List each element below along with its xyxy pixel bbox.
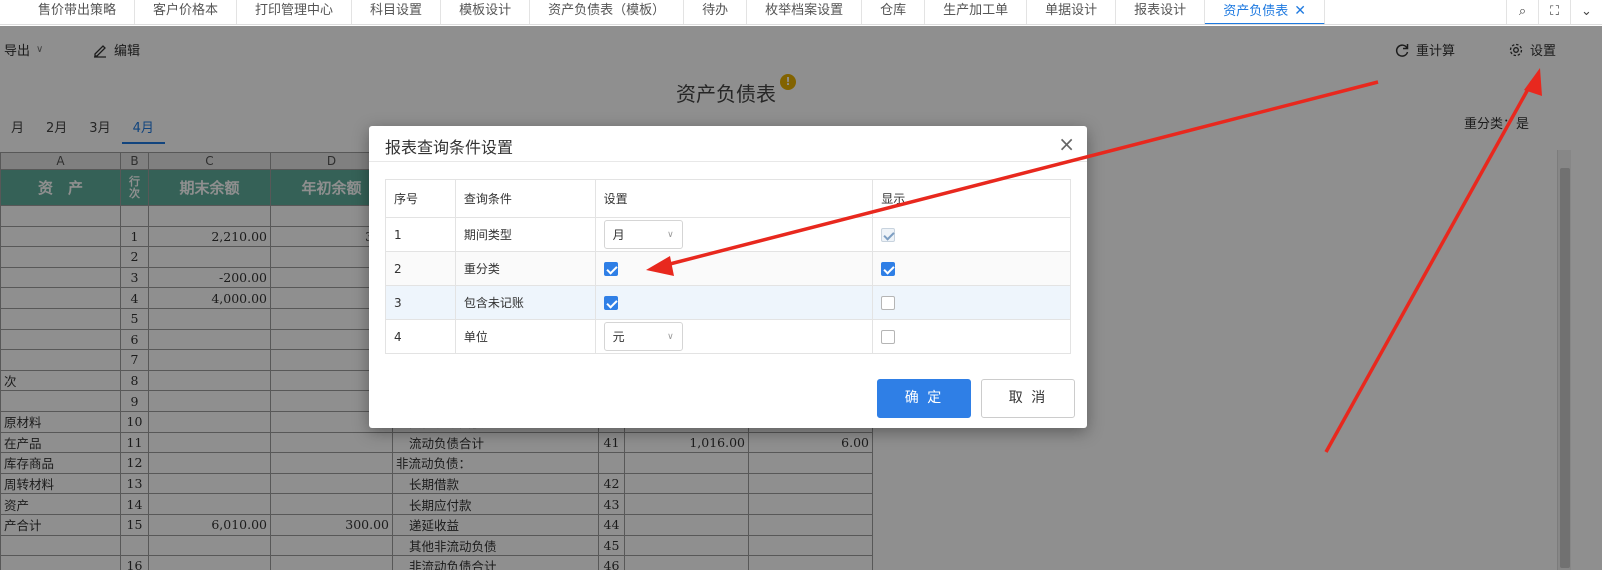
condition-name: 期间类型 (454, 217, 596, 252)
tab-item[interactable]: 枚举档案设置 (747, 0, 863, 24)
col-header-condition: 查询条件 (454, 179, 596, 218)
setting-cell (594, 285, 874, 320)
row-number: 3 (385, 285, 456, 320)
select-value: 月 (612, 228, 625, 242)
tab-item[interactable]: 待办 (684, 0, 748, 24)
tab-label: 售价带出策略 (38, 2, 117, 18)
tab-label: 打印管理中心 (255, 2, 334, 18)
tab-item[interactable]: 生产加工单 (925, 0, 1028, 24)
chevron-down-icon: ∨ (667, 331, 674, 342)
condition-row: 4 单位元 ∨ (385, 319, 1071, 354)
row-number: 4 (385, 319, 456, 354)
close-icon[interactable]: ✕ (1294, 3, 1306, 19)
tab-item[interactable]: 客户价格本 (135, 0, 238, 24)
show-cell (872, 285, 1071, 320)
tab-item[interactable]: 科目设置 (352, 0, 442, 24)
tab-label: 待办 (702, 2, 729, 18)
condition-row: 3 包含未记账 (385, 285, 1071, 320)
tab-list: 售价带出策略 客户价格本 打印管理中心 科目设置 模板设计 资产负债表（模板） 待办 枚举档案… (20, 0, 1325, 24)
tab-item[interactable]: 资产负债表（模板） (530, 0, 685, 24)
show-checkbox (881, 227, 896, 242)
tab-label: 模板设计 (459, 2, 512, 18)
setting-cell: 元 ∨ (594, 319, 874, 354)
setting-cell (594, 251, 874, 286)
setting-select[interactable]: 元 ∨ (603, 322, 683, 351)
table-header-row: 序号 查询条件 设置 显示 (385, 179, 1071, 218)
query-settings-dialog: 报表查询条件设置 × 序号 查询条件 设置 显示 1 期间类型月 ∨ 2 重分类 3 包含未… (369, 126, 1087, 428)
fullscreen-icon[interactable]: ⛶ (1538, 0, 1570, 24)
tab-label: 枚举档案设置 (765, 2, 844, 18)
tab-item[interactable]: 单据设计 (1027, 0, 1117, 24)
show-checkbox[interactable] (881, 261, 896, 276)
chevron-down-icon[interactable]: ⌄ (1570, 0, 1602, 24)
show-cell (872, 251, 1071, 286)
show-cell (872, 319, 1071, 354)
tab-label: 客户价格本 (153, 2, 219, 18)
tab-label: 资产负债表 (1223, 3, 1289, 19)
condition-name: 包含未记账 (454, 285, 596, 320)
setting-checkbox[interactable] (603, 295, 618, 310)
dialog-header: 报表查询条件设置 × (369, 126, 1087, 162)
row-number: 2 (385, 251, 456, 286)
tab-label: 仓库 (880, 2, 907, 18)
dialog-title: 报表查询条件设置 (385, 138, 514, 157)
cancel-button[interactable]: 取 消 (981, 379, 1075, 418)
col-header-show: 显示 (872, 179, 1071, 218)
tab-item[interactable]: 售价带出策略 (20, 0, 136, 24)
setting-checkbox[interactable] (603, 261, 618, 276)
tab-label: 科目设置 (370, 2, 423, 18)
condition-name: 重分类 (454, 251, 596, 286)
condition-row: 2 重分类 (385, 251, 1071, 286)
tab-label: 单据设计 (1045, 2, 1098, 18)
close-icon[interactable]: × (1058, 132, 1075, 156)
tab-label: 报表设计 (1134, 2, 1187, 18)
tab-item[interactable]: 模板设计 (441, 0, 531, 24)
setting-cell: 月 ∨ (594, 217, 874, 252)
row-number: 1 (385, 217, 456, 252)
tab-item[interactable]: 打印管理中心 (237, 0, 353, 24)
select-value: 元 (612, 330, 625, 344)
chevron-down-icon: ∨ (667, 229, 674, 240)
show-checkbox[interactable] (881, 329, 896, 344)
tab-item[interactable]: 资产负债表 ✕ (1205, 0, 1325, 24)
tab-bar: 售价带出策略 客户价格本 打印管理中心 科目设置 模板设计 资产负债表（模板） 待办 枚举档案… (0, 0, 1602, 25)
tab-tools: ⌕ ⛶ ⌄ (1506, 0, 1602, 24)
show-checkbox[interactable] (881, 295, 896, 310)
confirm-button[interactable]: 确 定 (877, 379, 971, 418)
setting-select[interactable]: 月 ∨ (603, 220, 683, 249)
tab-item[interactable]: 报表设计 (1116, 0, 1206, 24)
search-icon[interactable]: ⌕ (1506, 0, 1538, 24)
tab-label: 资产负债表（模板） (548, 2, 666, 18)
tab-label: 生产加工单 (943, 2, 1009, 18)
tab-item[interactable]: 仓库 (862, 0, 926, 24)
query-conditions-table: 序号 查询条件 设置 显示 1 期间类型月 ∨ 2 重分类 3 包含未记账 4 单位元 ∨ (385, 179, 1071, 354)
condition-row: 1 期间类型月 ∨ (385, 217, 1071, 252)
col-header-no: 序号 (385, 179, 456, 218)
show-cell (872, 217, 1071, 252)
condition-name: 单位 (454, 319, 596, 354)
col-header-setting: 设置 (594, 179, 874, 218)
